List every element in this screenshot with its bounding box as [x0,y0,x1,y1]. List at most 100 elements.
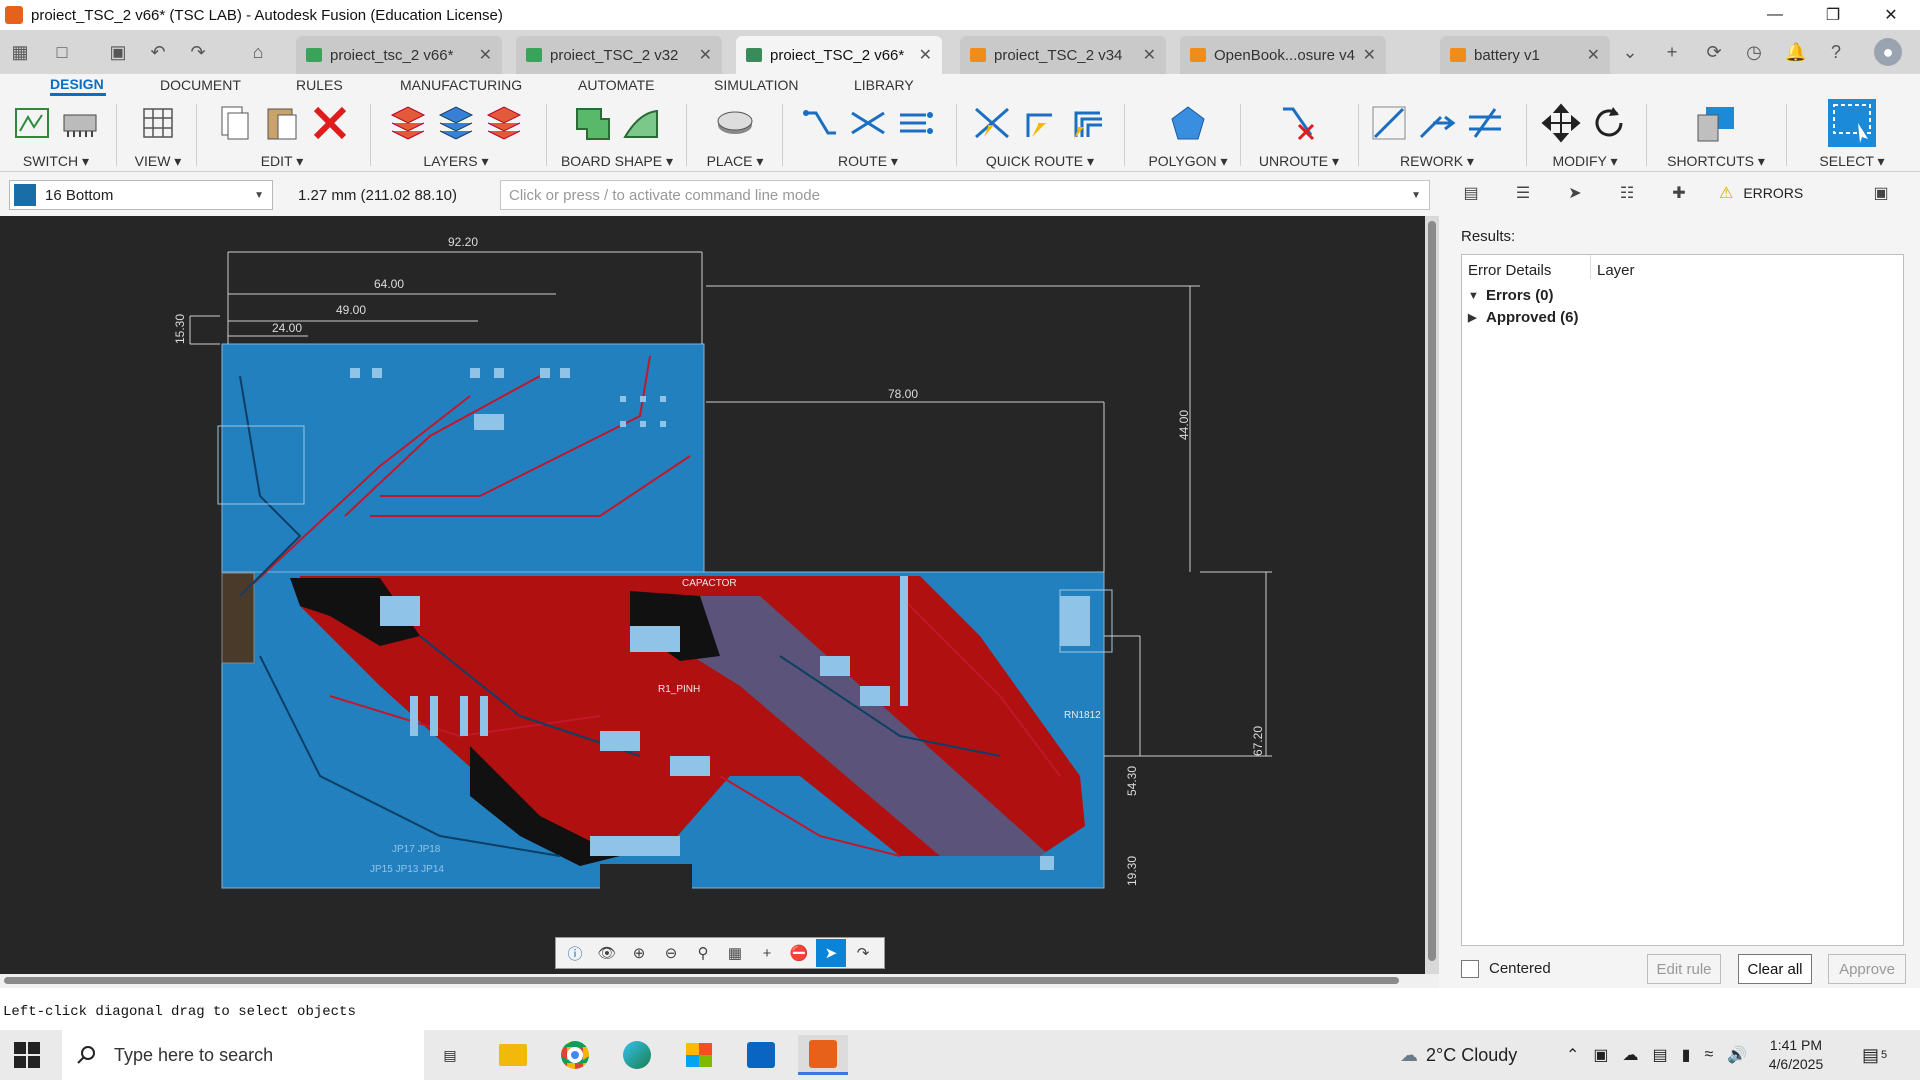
centered-checkbox[interactable] [1461,960,1479,978]
rework-extend-icon[interactable] [1417,103,1457,143]
selection-filter-icon[interactable]: ➤ [1553,178,1597,208]
quick-route-airwire-icon[interactable] [972,103,1012,143]
board-icon[interactable] [60,103,100,143]
grid-icon[interactable] [138,103,178,143]
crosshair-icon[interactable]: + [752,939,782,967]
tab-rules[interactable]: RULES [296,74,343,96]
zoom-out-icon[interactable]: ⊖ [656,939,686,967]
place-group[interactable]: PLACE ▾ [690,100,780,170]
doc-tab-active[interactable]: proiect_TSC_2 v66* ✕ [736,36,942,74]
zoom-in-icon[interactable]: ⊕ [624,939,654,967]
help-icon[interactable]: ? [1822,38,1850,66]
restore-button[interactable]: ❐ [1804,0,1862,30]
display-icon[interactable]: ▤ [1653,1045,1668,1065]
polygon-icon[interactable] [1168,103,1208,143]
design-manager-icon[interactable]: ☷ [1605,178,1649,208]
switch-group[interactable]: SWITCH ▾ [6,100,106,170]
tab-close-icon[interactable]: ✕ [1363,45,1376,65]
grid-toggle-icon[interactable]: ▦ [720,939,750,967]
column-header-error-details[interactable]: Error Details [1468,262,1551,279]
store-icon[interactable] [674,1035,724,1075]
paste-icon[interactable] [262,103,302,143]
file-explorer-icon[interactable] [488,1035,538,1075]
view-group[interactable]: VIEW ▾ [120,100,196,170]
modify-group[interactable]: MODIFY ▾ [1530,100,1640,170]
doc-tab-2[interactable]: proiect_TSC_2 v32 ✕ [516,36,722,74]
errors-tree-node[interactable]: ▼ Errors (0) [1468,287,1554,304]
move-icon[interactable] [1541,103,1581,143]
meet-icon[interactable]: ▣ [1593,1045,1608,1065]
pcb-canvas[interactable]: 92.20 64.00 49.00 24.00 15.30 44.00 78.0… [0,216,1425,974]
notification-center[interactable]: ▤ 5 [1862,1030,1887,1080]
content-manager-icon[interactable]: ✚ [1657,178,1701,208]
file-menu-icon[interactable]: □ [48,38,76,66]
shortcuts-icon[interactable] [1696,103,1736,143]
chevron-up-icon[interactable]: ⌃ [1566,1045,1579,1065]
rework-slice-icon[interactable] [1369,103,1409,143]
layer-settings-icon[interactable] [436,103,476,143]
select-pointer-icon[interactable]: ➤ [816,939,846,967]
tab-close-icon[interactable]: ✕ [699,45,712,65]
redo-icon[interactable]: ↷ [184,38,212,66]
doc-tab-6[interactable]: battery v1 ✕ [1440,36,1610,74]
layers-panel-icon[interactable]: ☰ [1501,178,1545,208]
command-line-input[interactable]: Click or press / to activate command lin… [500,180,1430,210]
doc-tab-1[interactable]: proiect_tsc_2 v66* ✕ [296,36,502,74]
tab-overflow-icon[interactable]: ⌄ [1616,38,1644,66]
errors-tab[interactable]: ⚠ ERRORS [1719,178,1803,208]
undo-icon[interactable]: ↶ [144,38,172,66]
edit-rule-button[interactable]: Edit rule [1647,954,1721,984]
route-differential-icon[interactable] [848,103,888,143]
expanded-triangle-icon[interactable]: ▼ [1468,290,1486,302]
unroute-group[interactable]: UNROUTE ▾ [1244,100,1354,170]
fusion-taskbar-icon[interactable] [798,1035,848,1075]
layers-group[interactable]: LAYERS ▾ [376,100,536,170]
inspect-icon[interactable]: ▣ [1859,178,1903,208]
pcb-drawing[interactable]: 92.20 64.00 49.00 24.00 15.30 44.00 78.0… [0,216,1425,974]
edit-group[interactable]: EDIT ▾ [200,100,364,170]
approve-button[interactable]: Approve [1828,954,1906,984]
route-trace-icon[interactable] [800,103,840,143]
home-icon[interactable]: ⌂ [244,38,272,66]
avatar[interactable]: ● [1874,38,1902,66]
clear-all-button[interactable]: Clear all [1738,954,1812,984]
quick-route-group[interactable]: QUICK ROUTE ▾ [960,100,1120,170]
shortcuts-group[interactable]: SHORTCUTS ▾ [1650,100,1782,170]
delete-icon[interactable] [310,103,350,143]
board-shape-group[interactable]: BOARD SHAPE ▾ [552,100,682,170]
tab-manufacturing[interactable]: MANUFACTURING [400,74,522,96]
app-grid-icon[interactable]: ▦ [6,38,34,66]
outlook-icon[interactable] [736,1035,786,1075]
tab-document[interactable]: DOCUMENT [160,74,241,96]
close-button[interactable]: ✕ [1862,0,1920,30]
clock[interactable]: 1:41 PM 4/6/2025 [1756,1036,1836,1074]
new-tab-icon[interactable]: + [1658,38,1686,66]
minimize-button[interactable]: — [1746,0,1804,30]
chrome-icon[interactable] [550,1035,600,1075]
vertical-scrollbar[interactable] [1425,216,1439,974]
volume-icon[interactable]: 🔊 [1727,1045,1747,1065]
rework-cross-icon[interactable] [1465,103,1505,143]
unroute-icon[interactable] [1279,103,1319,143]
info-icon[interactable]: ⓘ [560,939,590,967]
notifications-icon[interactable]: 🔔 [1782,38,1810,66]
job-status-icon[interactable]: ◷ [1740,38,1768,66]
window-select-icon[interactable] [1828,99,1876,147]
stop-icon[interactable]: ⛔ [784,939,814,967]
onedrive-icon[interactable]: ☁ [1623,1045,1639,1065]
properties-icon[interactable]: ▤ [1449,178,1493,208]
rework-group[interactable]: REWORK ▾ [1362,100,1512,170]
board-outline-icon[interactable] [573,103,613,143]
battery-icon[interactable]: ▮ [1682,1045,1691,1065]
layer-manager-icon[interactable] [484,103,524,143]
polygon-group[interactable]: POLYGON ▾ [1128,100,1248,170]
route-multiple-icon[interactable] [896,103,936,143]
tab-close-icon[interactable]: ✕ [1587,45,1600,65]
chevron-down-icon[interactable]: ▼ [1411,190,1421,201]
quick-route-multiple-icon[interactable] [1068,103,1108,143]
eye-icon[interactable]: 👁 [592,939,622,967]
collapsed-triangle-icon[interactable]: ▶ [1468,311,1486,324]
save-icon[interactable]: ▣ [104,38,132,66]
tab-close-icon[interactable]: ✕ [919,45,932,65]
approved-tree-node[interactable]: ▶ Approved (6) [1468,309,1579,326]
